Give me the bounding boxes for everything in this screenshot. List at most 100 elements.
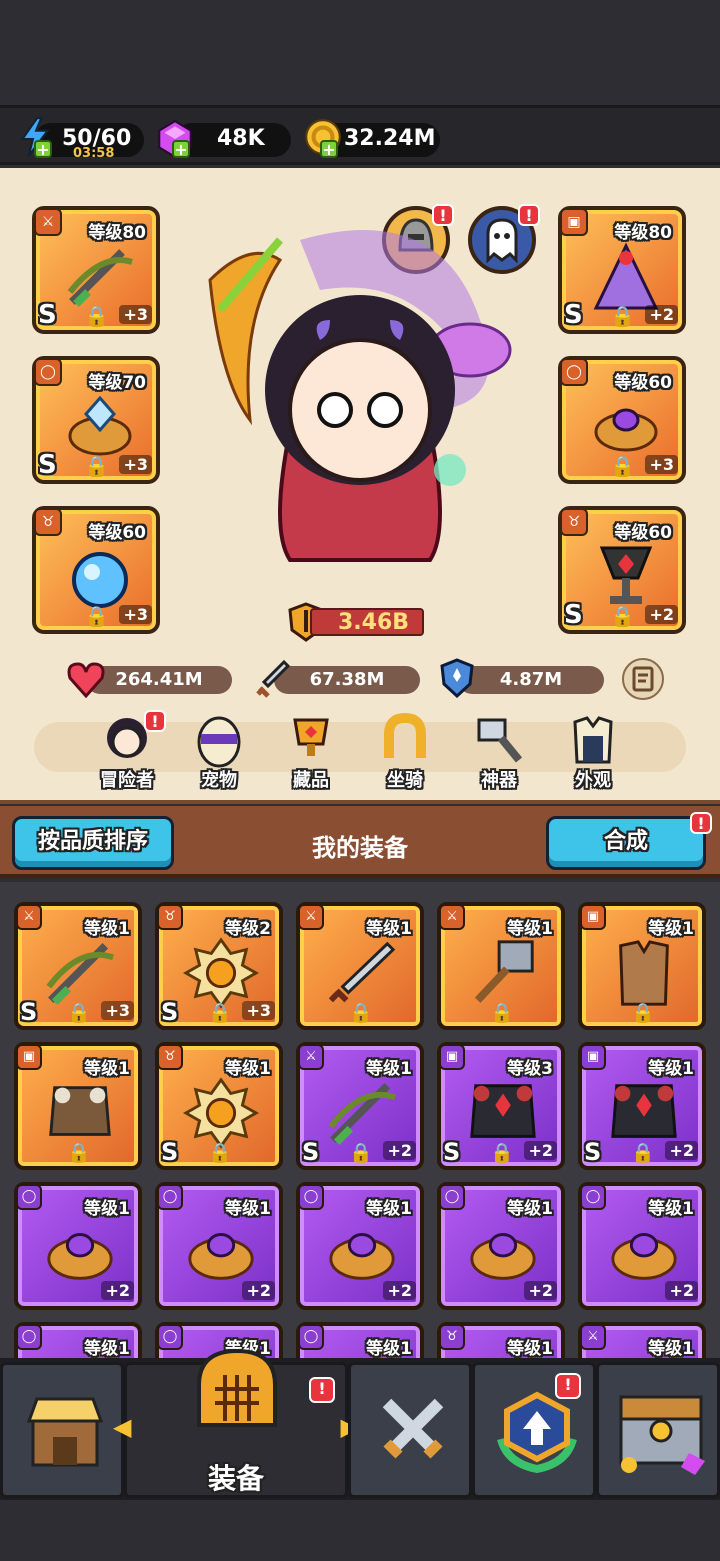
details-button[interactable] <box>622 658 664 700</box>
equipment-item[interactable]: ⚔ 等级1 <box>578 1322 706 1358</box>
item-bonus: +2 <box>101 1281 134 1300</box>
lock-icon: 🔒 <box>631 1142 655 1164</box>
darkarmor-icon <box>611 1084 677 1138</box>
slot-grade: S <box>38 450 57 480</box>
nav-appearance[interactable]: 外观 <box>558 712 628 792</box>
equipment-item[interactable]: ⚔ 等级1 S 🔒 +3 <box>14 902 142 1030</box>
bottom-navigation: ◀ ▶ ! 装备 ! <box>0 1348 720 1500</box>
tab-equipment[interactable]: ◀ ▶ ! 装备 <box>113 1348 359 1498</box>
lock-icon: 🔒 <box>208 1142 232 1164</box>
equip-slot-weapon[interactable]: ⚔ 等级80 S 🔒 +3 <box>32 206 160 334</box>
slot-bonus: +3 <box>119 605 152 624</box>
ring-slot-icon: ◯ <box>157 1184 183 1210</box>
nav-artifact[interactable]: 神器 <box>464 712 534 792</box>
slot-level: 等级70 <box>88 373 146 393</box>
slot-bonus: +2 <box>645 605 678 624</box>
gold-plus-icon[interactable]: + <box>320 140 338 158</box>
lock-icon: 🔒 <box>610 604 635 628</box>
equipment-item[interactable]: ◯ 等级1 +2 <box>437 1182 565 1310</box>
slot-bonus: +3 <box>119 305 152 324</box>
equipment-item[interactable]: ⚔ 等级1 🔒 <box>296 902 424 1030</box>
equipment-item[interactable]: ♉ 等级2 S 🔒 +3 <box>155 902 283 1030</box>
ring-slot-icon: ◯ <box>16 1324 42 1350</box>
item-grade: S <box>584 1138 602 1166</box>
power-value: 3.46B <box>338 610 410 635</box>
energy-timer: 03:58 <box>73 146 115 161</box>
slot-grade: S <box>38 300 57 330</box>
tab-treasure[interactable] <box>596 1362 720 1498</box>
equipment-item[interactable]: ◯ 等级1 +2 <box>296 1182 424 1310</box>
tab-battle[interactable] <box>348 1362 472 1498</box>
equip-slot-relic[interactable]: ♉ 等级60 S 🔒 +2 <box>558 506 686 634</box>
equipment-item[interactable]: ◯ 等级1 +2 <box>14 1182 142 1310</box>
necklace-slot-icon: ♉ <box>157 904 183 930</box>
energy-plus-icon[interactable]: + <box>34 140 52 158</box>
stat-hp-pill: 264.41M <box>86 666 232 694</box>
equipment-item[interactable]: ◯ 等级1 <box>14 1322 142 1358</box>
equipment-item[interactable]: ◯ 等级1 +2 <box>578 1182 706 1310</box>
bottom-safe-area <box>0 1500 720 1561</box>
nav-collection[interactable]: 藏品 <box>276 712 346 792</box>
alert-badge: ! <box>309 1377 335 1403</box>
shop-icon <box>26 1397 104 1467</box>
heart-icon <box>67 662 105 698</box>
nav-adventurer[interactable]: ! 冒险者 <box>92 710 166 792</box>
necklace-slot-icon: ♉ <box>560 508 588 536</box>
gems-plus-icon[interactable]: + <box>172 140 190 158</box>
defense-value: 4.87M <box>499 669 563 690</box>
equipment-item[interactable]: ▣ 等级1 🔒 <box>14 1042 142 1170</box>
chalice-icon <box>599 546 653 604</box>
horseshoe-icon <box>384 712 426 758</box>
slot-grade: S <box>564 600 583 630</box>
merge-button[interactable]: 合成 <box>546 816 706 870</box>
item-level: 等级1 <box>507 1339 553 1358</box>
armor-icon <box>49 1086 111 1136</box>
equipment-item[interactable]: ♉ 等级1 <box>437 1322 565 1358</box>
nav-mount[interactable]: 坐骑 <box>370 712 440 792</box>
hp-value: 264.41M <box>115 669 203 690</box>
ring-slot-icon: ◯ <box>157 1324 183 1350</box>
amulet-icon <box>183 1077 259 1149</box>
combat-power: 3.46B <box>286 602 426 642</box>
item-grade: S <box>443 1138 461 1166</box>
equipment-item[interactable]: ⚔ 等级1 S 🔒 +2 <box>296 1042 424 1170</box>
equip-slot-ring[interactable]: ◯ 等级70 S 🔒 +3 <box>32 356 160 484</box>
item-grade: S <box>302 1138 320 1166</box>
weapon-slot-icon: ⚔ <box>298 904 324 930</box>
necklace-slot-icon: ♉ <box>439 1324 465 1350</box>
lock-icon: 🔒 <box>67 1002 91 1024</box>
tab-shop[interactable] <box>0 1362 124 1498</box>
lock-icon: 🔒 <box>610 454 635 478</box>
equipment-item[interactable]: ◯ 等级1 <box>296 1322 424 1358</box>
armor-slot-icon: ▣ <box>560 208 588 236</box>
equip-slot-armor[interactable]: ▣ 等级80 S 🔒 +2 <box>558 206 686 334</box>
slot-bonus: +3 <box>645 455 678 474</box>
item-bonus: +2 <box>383 1141 416 1160</box>
hero-character[interactable] <box>180 200 540 590</box>
bow-icon <box>328 1082 397 1145</box>
equipment-item[interactable]: ♉ 等级1 S 🔒 <box>155 1042 283 1170</box>
ring-icon <box>188 1233 254 1280</box>
stat-attack: 67.38M <box>254 659 424 698</box>
weapon-slot-icon: ⚔ <box>298 1044 324 1070</box>
slot-level: 等级80 <box>88 223 146 243</box>
equipment-item[interactable]: ▣ 等级1 S 🔒 +2 <box>578 1042 706 1170</box>
equipment-item[interactable]: ◯ 等级1 +2 <box>155 1182 283 1310</box>
equipment-header: 按品质排序 我的装备 合成 ! <box>0 806 720 878</box>
tab-upgrade[interactable]: ! <box>472 1362 596 1498</box>
amulet-icon <box>183 937 259 1009</box>
nav-pet[interactable]: 宠物 <box>184 712 254 792</box>
equipment-item[interactable]: ▣ 等级1 🔒 <box>578 902 706 1030</box>
lock-icon: 🔒 <box>67 1142 91 1164</box>
tab-equipment-label: 装备 <box>207 1462 264 1495</box>
chevron-left-icon[interactable]: ◀ <box>113 1413 131 1441</box>
gems-value: 48K <box>217 126 265 151</box>
equipment-item[interactable]: ▣ 等级3 S 🔒 +2 <box>437 1042 565 1170</box>
outfit-icon <box>573 716 613 764</box>
equip-slot-necklace[interactable]: ♉ 等级60 🔒 +3 <box>32 506 160 634</box>
notes-icon <box>632 666 654 692</box>
item-bonus: +2 <box>665 1281 698 1300</box>
gold-value: 32.24M <box>344 126 436 151</box>
equip-slot-ring-2[interactable]: ◯ 等级60 🔒 +3 <box>558 356 686 484</box>
equipment-item[interactable]: ⚔ 等级1 🔒 <box>437 902 565 1030</box>
